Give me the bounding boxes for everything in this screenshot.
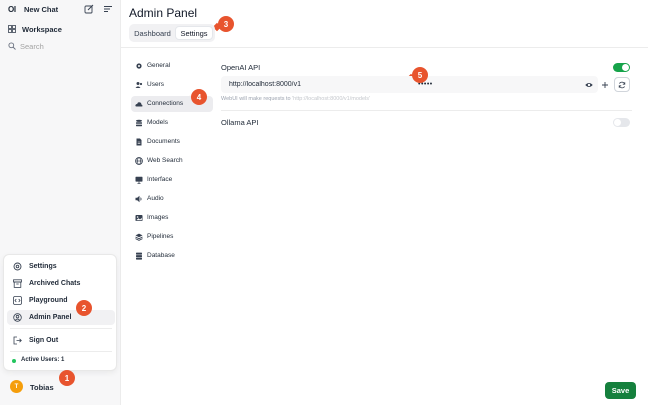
settings-nav-label: Models [147,119,168,126]
user-circle-icon [13,313,22,322]
api-key-input[interactable] [414,77,597,92]
menu-icon[interactable] [103,4,113,14]
settings-nav-images[interactable]: Images [131,210,213,226]
menu-item-label: Archived Chats [29,280,81,287]
settings-nav-label: General [147,62,171,69]
settings-nav-pipelines[interactable]: Pipelines [131,229,213,245]
menu-item-settings[interactable]: Settings [7,259,115,274]
user-menu: Settings Archived Chats Playground Admin… [3,254,117,371]
admin-tabs: Dashboard Settings [129,24,215,42]
page-title: Admin Panel [129,6,198,20]
settings-nav-general[interactable]: General [131,58,213,74]
annotation-badge-5: 5 [412,67,428,83]
menu-item-label: Playground [29,297,68,304]
menu-item-archived-chats[interactable]: Archived Chats [7,276,115,291]
settings-nav-label: Database [147,252,175,259]
archive-icon [13,279,22,288]
settings-nav-audio[interactable]: Audio [131,191,213,207]
annotation-badge-4: 4 [191,89,207,105]
search-input[interactable] [20,40,110,53]
document-icon [135,138,143,146]
menu-item-sign-out[interactable]: Sign Out [7,333,115,348]
tab-dashboard[interactable]: Dashboard [132,26,173,40]
user-name: Tobias [30,383,54,392]
globe-icon [135,157,143,165]
code-icon [13,296,22,305]
settings-nav-label: Interface [147,176,173,183]
new-chat-label[interactable]: New Chat [24,5,58,14]
settings-nav-web-search[interactable]: Web Search [131,153,213,169]
openai-api-toggle[interactable] [613,63,630,72]
sidebar-item-workspace[interactable]: Workspace [6,22,114,36]
workspace-label: Workspace [22,25,62,34]
menu-item-playground[interactable]: Playground [7,293,115,308]
annotation-badge-2: 2 [76,300,92,316]
app-logo[interactable]: OI [8,5,16,14]
settings-nav-documents[interactable]: Documents [131,134,213,150]
settings-nav-label: Images [147,214,169,221]
active-users-text: Active Users: 1 [21,357,65,363]
avatar: T [10,380,23,393]
sidebar: OI New Chat Workspace Settings Archived [0,0,121,405]
edit-icon[interactable] [84,4,94,14]
settings-nav-label: Users [147,81,164,88]
monitor-icon [135,176,143,184]
annotation-badge-3: 3 [218,16,234,32]
refresh-icon [618,81,626,88]
workspace-icon [8,25,16,33]
annotation-badge-1: 1 [59,370,75,386]
users-icon [135,81,143,89]
verify-connection-button[interactable] [614,77,630,92]
gear-icon [135,62,143,70]
settings-icon [13,262,22,271]
database-icon [135,252,143,260]
eye-icon[interactable] [585,81,593,89]
ollama-api-label: Ollama API [221,118,259,127]
header-divider [121,47,648,48]
image-icon [135,214,143,222]
menu-item-label: Admin Panel [29,314,72,321]
menu-divider [10,351,112,352]
layers-icon [135,233,143,241]
settings-nav-interface[interactable]: Interface [131,172,213,188]
settings-nav-label: Web Search [147,157,183,164]
save-button[interactable]: Save [605,382,636,399]
plus-icon [601,81,608,88]
api-helper-text: WebUI will make requests to 'http://loca… [221,96,371,102]
search-icon [8,42,16,50]
stack-icon [135,119,143,127]
settings-nav-database[interactable]: Database [131,248,213,264]
menu-item-label: Sign Out [29,337,59,344]
sidebar-search [6,40,114,54]
toggle-knob [614,119,621,126]
speaker-icon [135,195,143,203]
api-base-url-input[interactable] [221,77,411,92]
settings-nav-label: Pipelines [147,233,174,240]
add-connection-button[interactable] [599,79,610,90]
settings-nav-label: Documents [147,138,180,145]
settings-nav-label: Connections [147,100,184,107]
tab-settings[interactable]: Settings [175,26,213,40]
sign-out-icon [13,336,22,345]
settings-nav-models[interactable]: Models [131,115,213,131]
toggle-knob [622,64,629,71]
menu-item-admin-panel[interactable]: Admin Panel [7,310,115,325]
menu-divider [10,328,112,329]
openai-api-label: OpenAI API [221,63,261,72]
menu-item-label: Settings [29,263,57,270]
section-divider [221,110,632,111]
ollama-api-toggle[interactable] [613,118,630,127]
cloud-icon [135,100,143,108]
settings-nav-label: Audio [147,195,164,202]
online-dot-icon [12,359,16,363]
